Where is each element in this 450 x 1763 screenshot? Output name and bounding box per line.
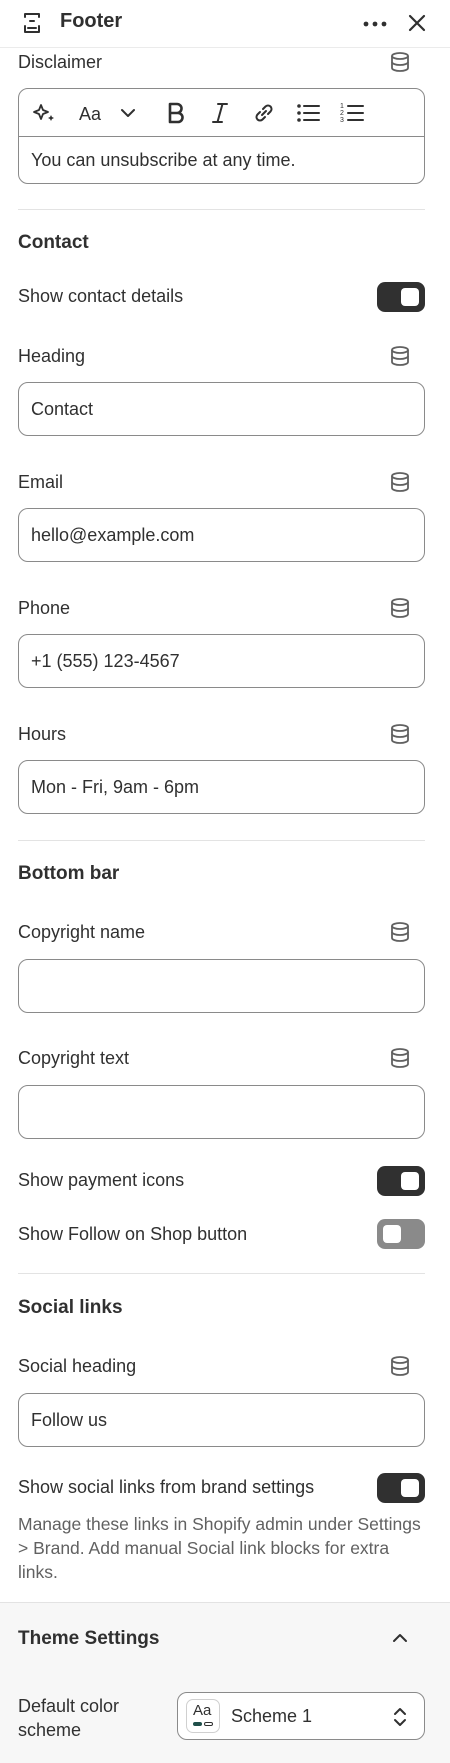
hours-value: Mon - Fri, 9am - 6pm: [31, 777, 200, 797]
color-scheme-swatch: Aa: [186, 1699, 220, 1733]
divider: [18, 1273, 425, 1274]
toggle-knob: [383, 1225, 401, 1243]
panel-title: Footer: [60, 10, 123, 32]
svg-text:3: 3: [340, 117, 344, 124]
swatch-accent: [193, 1722, 202, 1726]
phone-value: +1 (555) 123-4567: [31, 651, 180, 671]
social-heading-value: Follow us: [31, 1410, 108, 1430]
toggle-knob: [401, 288, 419, 306]
social-links-section-title: Social links: [18, 1297, 123, 1318]
divider: [18, 209, 425, 210]
database-icon[interactable]: [388, 1354, 412, 1378]
show-follow-on-shop-toggle[interactable]: [377, 1219, 425, 1249]
contact-heading-label: Heading: [18, 346, 86, 366]
phone-label: Phone: [18, 598, 71, 618]
database-icon[interactable]: [388, 722, 412, 746]
email-value: hello@example.com: [31, 525, 195, 545]
email-label: Email: [18, 472, 64, 492]
phone-input[interactable]: +1 (555) 123-4567: [18, 634, 425, 688]
link-icon[interactable]: [251, 100, 277, 126]
font-size-icon[interactable]: Aa: [79, 100, 109, 126]
social-heading-label: Social heading: [18, 1356, 137, 1376]
divider: [18, 840, 425, 841]
database-icon[interactable]: [388, 920, 412, 944]
svg-text:Aa: Aa: [79, 104, 102, 124]
chevron-down-icon[interactable]: [119, 100, 137, 126]
bold-icon[interactable]: [163, 100, 189, 126]
toggle-knob: [401, 1479, 419, 1497]
copyright-name-label: Copyright name: [18, 922, 146, 942]
contact-section-title: Contact: [18, 232, 89, 253]
swatch-outline: [204, 1722, 213, 1726]
show-brand-social-links-toggle[interactable]: [377, 1473, 425, 1503]
database-icon[interactable]: [388, 596, 412, 620]
theme-settings-title: Theme Settings: [18, 1628, 160, 1649]
show-follow-on-shop-label: Show Follow on Shop button: [18, 1224, 248, 1244]
more-horizontal-icon[interactable]: [362, 12, 388, 36]
swatch-text: Aa: [193, 1702, 212, 1719]
database-icon[interactable]: [388, 344, 412, 368]
copyright-text-label: Copyright text: [18, 1048, 130, 1068]
chevron-up-icon[interactable]: [388, 1626, 412, 1650]
bottom-bar-section-title: Bottom bar: [18, 863, 120, 884]
italic-icon[interactable]: [207, 100, 233, 126]
show-brand-social-links-label: Show social links from brand settings: [18, 1477, 315, 1497]
color-scheme-select[interactable]: Aa Scheme 1: [177, 1692, 425, 1740]
disclaimer-text[interactable]: You can unsubscribe at any time.: [31, 150, 296, 171]
disclaimer-label: Disclaimer: [18, 52, 103, 72]
social-links-help-text: Manage these links in Shopify admin unde…: [18, 1514, 421, 1582]
hours-label: Hours: [18, 724, 67, 744]
chevron-up-down-icon: [394, 1708, 406, 1726]
database-icon[interactable]: [388, 1046, 412, 1070]
panel-header: Footer: [0, 0, 450, 48]
copyright-name-input[interactable]: [18, 959, 425, 1013]
contact-heading-input[interactable]: Contact: [18, 382, 425, 436]
layout-footer-icon: [24, 13, 40, 33]
show-contact-details-toggle[interactable]: [377, 282, 425, 312]
contact-heading-value: Contact: [31, 399, 94, 419]
disclaimer-rich-text-editor[interactable]: Aa 123 You can unsubscribe at any time.: [18, 88, 425, 184]
hours-input[interactable]: Mon - Fri, 9am - 6pm: [18, 760, 425, 814]
svg-text:1: 1: [340, 103, 344, 110]
close-icon[interactable]: [405, 11, 429, 35]
email-input[interactable]: hello@example.com: [18, 508, 425, 562]
social-heading-input[interactable]: Follow us: [18, 1393, 425, 1447]
color-scheme-value: Scheme 1: [231, 1706, 313, 1726]
database-icon[interactable]: [388, 50, 412, 74]
database-icon[interactable]: [388, 470, 412, 494]
bullet-list-icon[interactable]: [295, 100, 321, 126]
default-color-scheme-label: Default color scheme: [18, 1696, 120, 1740]
numbered-list-icon[interactable]: 123: [339, 100, 365, 126]
toggle-knob: [401, 1172, 419, 1190]
svg-text:2: 2: [340, 110, 344, 117]
show-payment-icons-toggle[interactable]: [377, 1166, 425, 1196]
rte-toolbar: Aa 123: [19, 89, 424, 137]
show-payment-icons-label: Show payment icons: [18, 1170, 185, 1190]
copyright-text-input[interactable]: [18, 1085, 425, 1139]
show-contact-details-label: Show contact details: [18, 286, 184, 306]
magic-icon[interactable]: [31, 100, 57, 126]
